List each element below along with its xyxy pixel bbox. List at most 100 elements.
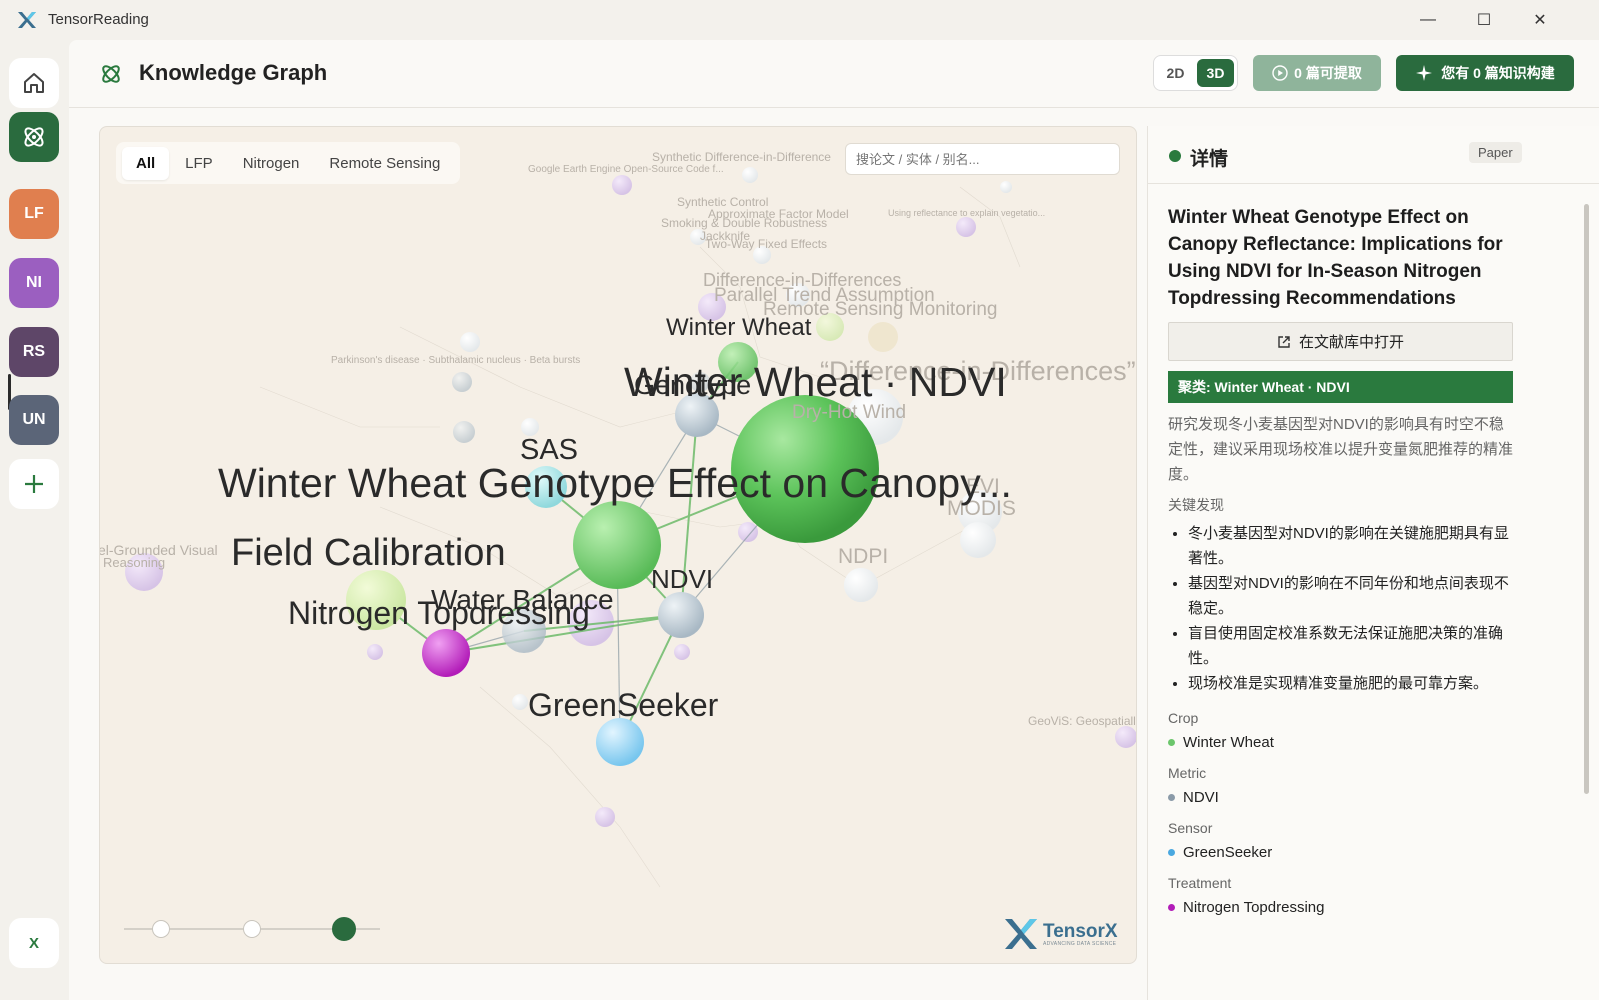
node-greenseeker[interactable]	[596, 718, 644, 766]
extract-button[interactable]: 0 篇可提取	[1253, 55, 1381, 91]
faint-label: Synthetic Difference-in-Difference	[652, 150, 831, 164]
rail-add-button[interactable]	[9, 459, 59, 509]
node-nitrogen-topdressing[interactable]	[422, 629, 470, 677]
atom-icon	[102, 65, 120, 83]
label-ndvi: NDVI	[651, 564, 713, 594]
mode-2d-button[interactable]: 2D	[1157, 59, 1194, 87]
close-button[interactable]: ✕	[1512, 0, 1568, 40]
finding-item: 基因型对NDVI的影响在不同年份和地点间表现不稳定。	[1188, 571, 1513, 621]
tab-lfp[interactable]: LFP	[171, 147, 227, 180]
tag-category: Treatment	[1168, 875, 1232, 891]
tag-sensor: Sensor GreenSeeker	[1168, 816, 1513, 861]
minimize-icon: —	[1420, 11, 1436, 28]
plus-icon	[25, 475, 43, 493]
faint-label: Two-Way Fixed Effects	[705, 237, 827, 251]
rail-lf-button[interactable]: LF	[9, 189, 59, 239]
close-icon: ✕	[1533, 12, 1547, 29]
rail-x-button[interactable]: X	[9, 918, 59, 968]
faint-label: Parkinson's disease · Subthalamic nucleu…	[331, 355, 580, 366]
tag-chip[interactable]: NDVI	[1168, 789, 1513, 806]
tag-treatment: Treatment Nitrogen Topdressing	[1168, 871, 1513, 916]
graph-search-input[interactable]	[845, 143, 1120, 175]
main-area: Knowledge Graph 2D 3D 0 篇可提取 您有 0 篇知识构建	[69, 40, 1599, 1000]
open-in-library-label: 在文献库中打开	[1298, 334, 1404, 351]
faint-label: Dry-Hot Wind	[792, 402, 906, 423]
depth-slider-stop-2[interactable]	[243, 920, 261, 938]
tag-chip[interactable]: Nitrogen Topdressing	[1168, 899, 1513, 916]
maximize-icon: ☐	[1476, 12, 1492, 29]
paper-title: Winter Wheat Genotype Effect on Canopy R…	[1168, 207, 1503, 309]
rail-rs-button[interactable]: RS	[9, 327, 59, 377]
label-field-calibration: Field Calibration	[231, 532, 506, 574]
finding-item: 冬小麦基因型对NDVI的影响在关键施肥期具有显著性。	[1188, 521, 1513, 571]
tab-remote-sensing[interactable]: Remote Sensing	[315, 147, 454, 180]
type-badge: Paper	[1469, 142, 1522, 163]
play-icon	[1272, 65, 1288, 81]
tensorx-logo-icon	[1005, 919, 1037, 949]
label-sas: SAS	[520, 434, 578, 466]
extract-label: 0 篇可提取	[1294, 65, 1362, 81]
open-in-library-button[interactable]: 在文献库中打开	[1168, 322, 1513, 361]
external-link-icon	[1278, 335, 1290, 348]
rail-lf-label: LF	[24, 205, 44, 222]
rail-rs-label: RS	[22, 343, 46, 360]
left-rail: LF NI RS UN X	[0, 40, 69, 1000]
faint-label: Using reflectance to explain vegetatio..…	[888, 208, 1045, 218]
tag-dot	[1168, 849, 1175, 856]
knowledge-graph-canvas[interactable]: “Difference-in-Differences” M... Differe…	[99, 126, 1137, 964]
app-title: TensorReading	[48, 11, 149, 28]
depth-slider-stop-3[interactable]	[332, 917, 356, 941]
rail-un-button[interactable]: UN	[9, 395, 59, 445]
depth-slider-stop-1[interactable]	[152, 920, 170, 938]
tag-metric: Metric NDVI	[1168, 761, 1513, 806]
tag-dot	[1168, 739, 1175, 746]
tab-nitrogen[interactable]: Nitrogen	[229, 147, 314, 180]
tag-chip[interactable]: Winter Wheat	[1168, 734, 1513, 751]
rail-home-button[interactable]	[9, 58, 59, 108]
view-mode-toggle: 2D 3D	[1153, 55, 1238, 91]
tensorx-tagline: ADVANCING DATA SCIENCE	[1043, 940, 1117, 947]
label-winter-wheat: Winter Wheat	[666, 314, 812, 341]
faint-label: NDPI	[838, 545, 888, 568]
tag-category: Metric	[1168, 765, 1207, 781]
mode-3d-button[interactable]: 3D	[1197, 59, 1234, 87]
faint-label: Reasoning	[103, 555, 165, 570]
findings-list: 冬小麦基因型对NDVI的影响在关键施肥期具有显著性。 基因型对NDVI的影响在不…	[1168, 521, 1513, 696]
tag-dot	[1168, 904, 1175, 911]
tag-dot	[1168, 794, 1175, 801]
page-title: Knowledge Graph	[139, 60, 328, 85]
app-logo-icon	[18, 12, 36, 28]
finding-item: 现场校准是实现精准变量施肥的最可靠方案。	[1188, 671, 1513, 696]
build-knowledge-button[interactable]: 您有 0 篇知识构建	[1396, 55, 1574, 91]
faint-label: GeoViS: Geospatially	[1028, 714, 1137, 728]
tag-category: Sensor	[1168, 820, 1213, 836]
rail-un-label: UN	[22, 411, 46, 428]
paper-summary: 研究发现冬小麦基因型对NDVI的影响具有时空不稳定性，建议采用现场校准以提升变量…	[1168, 416, 1514, 483]
rail-ni-button[interactable]: NI	[9, 258, 59, 308]
detail-scrollbar[interactable]	[1584, 204, 1589, 794]
node-ndvi[interactable]	[658, 592, 704, 638]
rail-x-label: X	[28, 934, 39, 952]
findings-label: 关键发现	[1168, 497, 1224, 513]
graph-svg[interactable]: “Difference-in-Differences” M... Differe…	[100, 127, 1137, 964]
faint-label: Google Earth Engine Open-Source Code f..…	[528, 164, 724, 175]
tag-category: Crop	[1168, 710, 1199, 726]
status-dot	[1169, 150, 1181, 162]
finding-item: 盲目使用固定校准系数无法保证施肥决策的准确性。	[1188, 621, 1513, 671]
detail-heading: 详情	[1190, 149, 1229, 170]
detail-header: 详情 Paper	[1148, 126, 1599, 184]
maximize-button[interactable]: ☐	[1456, 0, 1512, 40]
node-paper-genotype-effect[interactable]	[573, 501, 661, 589]
label-greenseeker: GreenSeeker	[528, 687, 719, 723]
node-ndpi[interactable]	[844, 568, 878, 602]
tab-all[interactable]: All	[122, 146, 170, 180]
tag-value: Winter Wheat	[1183, 734, 1274, 751]
graph-filter-tabs: All LFP Nitrogen Remote Sensing	[116, 142, 461, 184]
tag-chip[interactable]: GreenSeeker	[1168, 844, 1513, 861]
minimize-button[interactable]: —	[1400, 0, 1456, 40]
cluster-label[interactable]: 聚类: Winter Wheat · NDVI	[1168, 371, 1513, 403]
tag-crop: Crop Winter Wheat	[1168, 706, 1513, 751]
label-paper-title: Winter Wheat Genotype Effect on Canopy..…	[218, 460, 1012, 506]
tag-value: NDVI	[1183, 789, 1219, 806]
rail-graph-button[interactable]	[9, 112, 59, 162]
